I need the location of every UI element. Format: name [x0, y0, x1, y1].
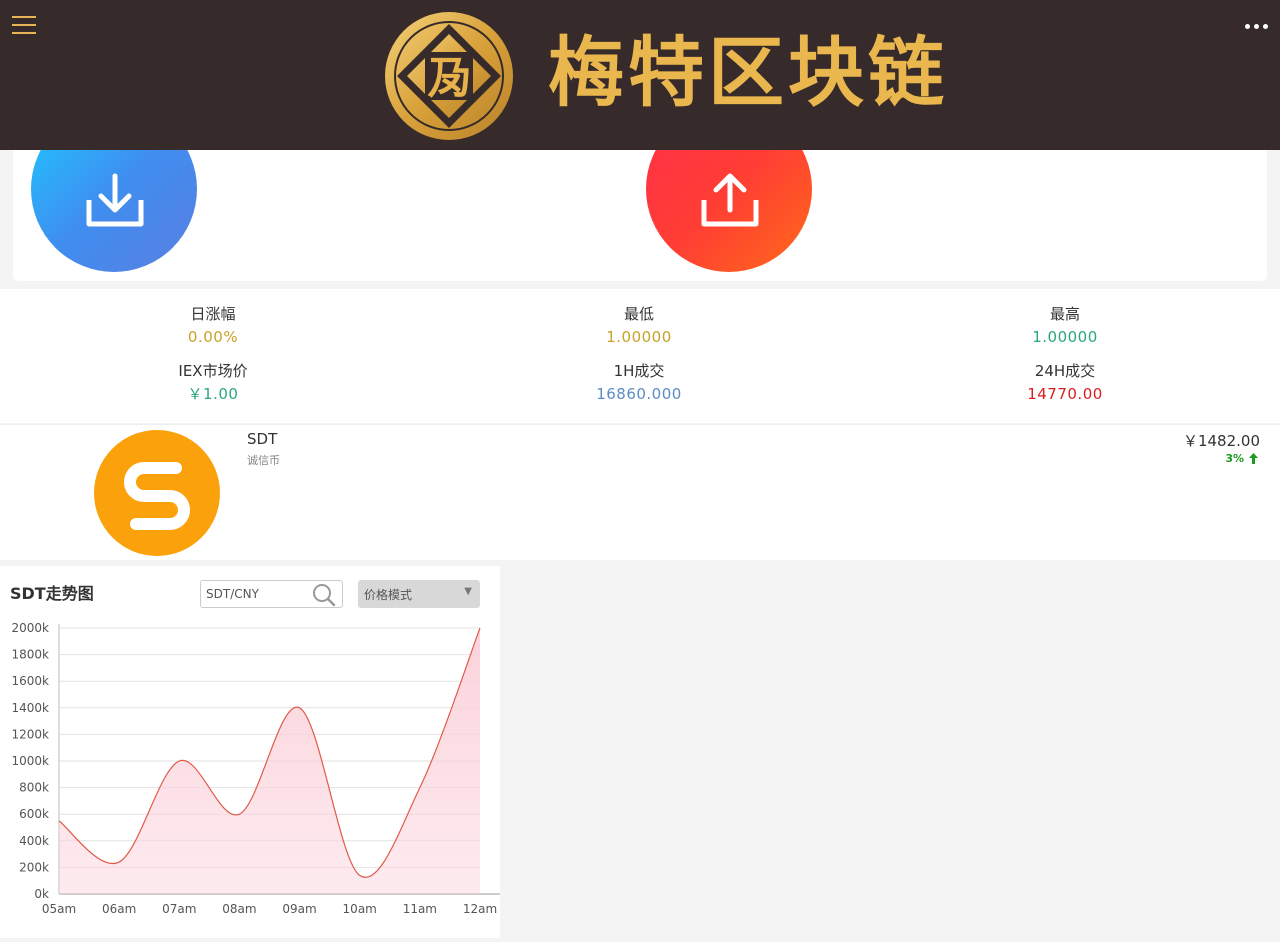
- mode-select[interactable]: 价格模式 ▼: [358, 580, 480, 608]
- y-tick-label: 200k: [19, 860, 49, 874]
- stat-value: 16860.000: [596, 385, 682, 403]
- stat-value: ￥1.00: [187, 385, 239, 403]
- y-tick-label: 400k: [19, 834, 49, 848]
- coin-change: 3%: [1225, 452, 1258, 465]
- brand-name: 梅特区块链: [548, 28, 948, 117]
- stat-label: 24H成交: [1034, 362, 1096, 380]
- y-tick-label: 2000k: [12, 621, 50, 635]
- y-tick-label: 1400k: [12, 701, 50, 715]
- more-dots-icon[interactable]: [1242, 18, 1270, 34]
- search-icon[interactable]: [312, 583, 336, 607]
- stat-market-price: IEX市场价 ￥1.00: [0, 360, 426, 406]
- stat-daily-change: 日涨幅 0.00%: [0, 303, 426, 349]
- download-icon: [86, 173, 144, 227]
- coin-list-item[interactable]: SDT 诚信币 ￥1482.00 3%: [0, 424, 1280, 560]
- stat-1h-volume: 1H成交 16860.000: [426, 360, 852, 406]
- y-tick-label: 1000k: [12, 754, 50, 768]
- y-tick-label: 800k: [19, 781, 49, 795]
- coin-change-value: 3%: [1225, 452, 1244, 465]
- x-tick-label: 11am: [403, 902, 437, 916]
- app-header: 夃 梅特区块链: [0, 0, 1280, 150]
- hamburger-icon[interactable]: [12, 16, 36, 38]
- chart-title: SDT走势图: [10, 584, 94, 603]
- arrow-up-icon: [1249, 453, 1258, 464]
- coin-price: ￥1482.00: [1182, 432, 1260, 450]
- x-tick-label: 08am: [222, 902, 256, 916]
- stat-value: 0.00%: [187, 328, 239, 346]
- stat-label: 日涨幅: [190, 305, 236, 323]
- stat-label: 1H成交: [613, 362, 665, 380]
- withdraw-button[interactable]: [646, 150, 812, 272]
- stat-24h-volume: 24H成交 14770.00: [852, 360, 1278, 406]
- upload-icon: [701, 173, 759, 227]
- x-tick-label: 12am: [463, 902, 497, 916]
- x-tick-label: 10am: [343, 902, 377, 916]
- action-card: [13, 150, 1267, 281]
- stat-label: 最低: [623, 305, 654, 323]
- chart-panel: 0k 200k 400k 600k 800k 1000k 1200k 1400k 1600k 18…: [0, 566, 500, 938]
- x-tick-label: 09am: [282, 902, 316, 916]
- price-trend-chart: 0k 200k 400k 600k 800k 1000k 1200k 1400k 1600k 18…: [12, 621, 500, 916]
- stat-value: 14770.00: [1027, 385, 1103, 403]
- market-stats: 日涨幅 0.00% 最低 1.00000 最高 1.00000 IEX市场价 ￥…: [0, 289, 1280, 423]
- coin-symbol: SDT: [247, 430, 278, 448]
- mode-select-value: 价格模式: [364, 588, 413, 602]
- stat-low: 最低 1.00000: [426, 303, 852, 349]
- y-tick-label: 1600k: [12, 674, 50, 688]
- stat-label: 最高: [1049, 305, 1080, 323]
- sdt-coin-icon: [94, 430, 220, 556]
- pair-search[interactable]: [200, 580, 343, 608]
- y-tick-label: 1200k: [12, 727, 50, 741]
- y-tick-label: 0k: [34, 887, 49, 901]
- logo-glyph: 夃: [427, 53, 471, 104]
- stat-label: IEX市场价: [178, 362, 248, 380]
- x-tick-label: 06am: [102, 902, 136, 916]
- x-tick-label: 05am: [42, 902, 76, 916]
- y-tick-label: 600k: [19, 807, 49, 821]
- stat-value: 1.00000: [1032, 328, 1098, 346]
- chevron-down-icon: ▼: [464, 586, 472, 597]
- pair-search-input[interactable]: [206, 585, 306, 603]
- deposit-button[interactable]: [31, 150, 197, 272]
- y-tick-label: 1800k: [12, 648, 50, 662]
- coin-name: 诚信币: [247, 454, 280, 467]
- brand-logo: 夃: [385, 12, 513, 140]
- stat-value: 1.00000: [606, 328, 672, 346]
- x-tick-label: 07am: [162, 902, 196, 916]
- stat-high: 最高 1.00000: [852, 303, 1278, 349]
